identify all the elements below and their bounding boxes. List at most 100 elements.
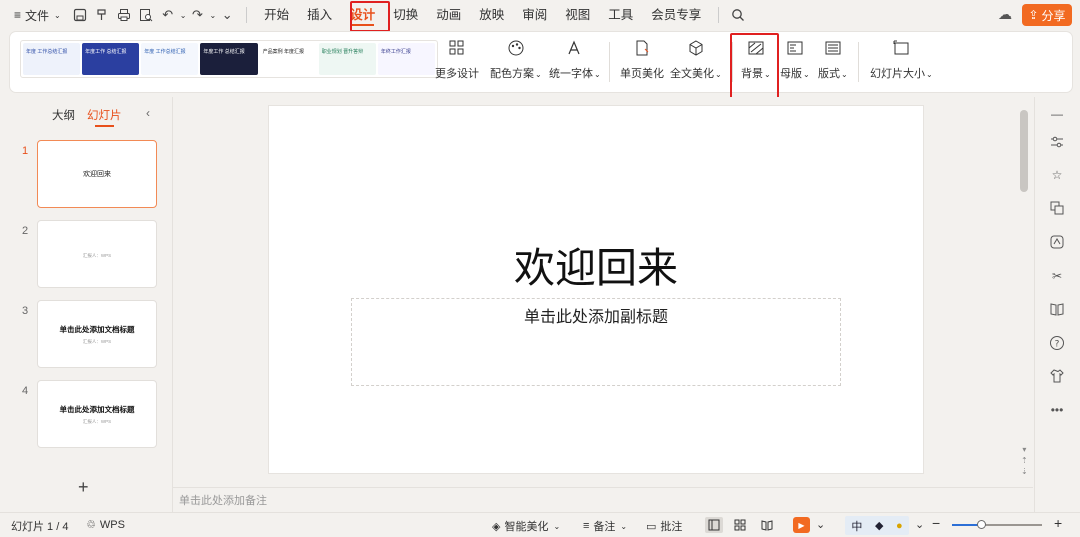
minimize-panel-icon[interactable]: — [1048,105,1066,123]
thumbnail-title: 单击此处添加文档标题 [59,324,135,334]
tab-start[interactable]: 开始 [255,0,298,30]
reading-view-icon[interactable] [758,517,776,533]
comments-button[interactable]: ▭ 批注 [646,518,682,534]
more-design-button[interactable]: 更多设计 [435,38,479,81]
slide-thumbnail-3[interactable]: 单击此处添加文档标题 汇报人：WPS [37,300,157,368]
zoom-in-icon[interactable]: + [1054,515,1062,531]
normal-view-icon[interactable] [705,517,723,533]
tools-icon[interactable]: ✂ [1048,267,1066,285]
notes-icon: ≡ [583,520,590,532]
star-icon[interactable]: ☆ [1048,166,1066,184]
print-preview-icon[interactable] [135,4,157,26]
master-button[interactable]: 母版⌄ [780,38,810,81]
chevron-down-icon: ⌄ [594,70,601,79]
share-button[interactable]: ⇪ 分享 [1022,4,1072,26]
chevron-down-icon: ⌄ [715,70,722,79]
ime-language: 中 [851,520,863,533]
subtitle-placeholder-box[interactable]: 单击此处添加副标题 [351,298,841,386]
slide-title[interactable]: 欢迎回来 [269,234,923,294]
slide-thumbnail-1[interactable]: 欢迎回来 [37,140,157,208]
play-slideshow-button[interactable]: ▶ [793,517,810,533]
tab-tools[interactable]: 工具 [599,0,642,30]
design-template-thumbnail[interactable]: 年度 工作总结汇报 [141,43,199,75]
file-menu[interactable]: ≡ 文件 ⌄ [0,7,69,24]
tab-insert[interactable]: 插入 [298,0,341,30]
more-options-icon[interactable]: ••• [1048,401,1066,419]
more-quick-access-icon[interactable]: ⌄ [216,4,238,26]
vertical-scrollbar[interactable] [1020,110,1028,192]
ime-more-icon[interactable]: ⌄ [915,518,924,531]
theme-indicator[interactable]: ♲ WPS [86,518,125,532]
help-icon[interactable]: ? [1048,334,1066,352]
shirt-skin-icon[interactable] [1048,367,1066,385]
hamburger-icon: ≡ [14,8,22,22]
full-beautify-button[interactable]: 全文美化⌄ [670,38,722,81]
smart-beautify-button[interactable]: ◈ 智能美化 ⌄ [492,518,560,534]
save-icon[interactable] [69,4,91,26]
zoom-out-icon[interactable]: − [932,515,940,531]
search-icon[interactable] [727,4,749,26]
template-title: 产品案例 年度汇报 [262,49,304,55]
color-scheme-button[interactable]: 配色方案⌄ [490,38,542,81]
file-menu-label: 文件 [25,8,50,23]
redo-icon[interactable]: ↷ [186,4,208,26]
theme-name: WPS [99,518,125,531]
design-template-thumbnail[interactable]: 年度工作 总结汇报 [200,43,258,75]
design-ribbon: 年度 工作总结汇报 年度工作 总结汇报 年度 工作总结汇报 年度工作 总结汇报 产品案例… [10,32,1072,92]
page-beautify-button[interactable]: 单页美化 [620,38,664,81]
design-template-thumbnail[interactable]: 产品案例 年度汇报 [259,43,317,75]
tab-view[interactable]: 视图 [556,0,599,30]
template-title: 职业规划 晋升答辩 [321,49,364,55]
slide-thumbnail-2[interactable]: 汇报人：WPS [37,220,157,288]
zoom-slider-handle[interactable] [977,520,986,529]
tab-design[interactable]: 设计 [341,0,384,30]
slide-thumbnail-4[interactable]: 单击此处添加文档标题 汇报人：WPS [37,380,157,448]
adjust-icon[interactable] [1048,133,1066,151]
slide-number: 2 [22,225,29,237]
design-template-thumbnail[interactable]: 年度 工作总结汇报 [23,43,81,75]
cloud-sync-icon[interactable]: ☁ [996,6,1014,24]
ime-bulb-icon: ● [896,519,903,532]
grid-view-icon[interactable] [731,517,749,533]
thumbnail-title: 单击此处添加文档标题 [59,404,135,414]
tab-slides[interactable]: 幻灯片 [87,107,122,127]
notes-label: 备注 [593,521,616,533]
slide-size-button[interactable]: 幻灯片大小⌄ [870,38,933,81]
undo-icon[interactable]: ↶ [157,4,179,26]
tab-outline[interactable]: 大纲 [52,107,75,123]
panel-tabs: 大纲 幻灯片 [52,107,122,127]
slide-canvas[interactable]: 欢迎回来 单击此处添加副标题 [269,106,923,473]
scroll-arrows[interactable]: ▾ ⇡ ⇣ [1021,444,1028,477]
design-template-thumbnail[interactable]: 年度工作 总结汇报 [82,43,140,75]
slide-number: 3 [22,305,29,317]
tab-animation[interactable]: 动画 [427,0,470,30]
print-icon[interactable] [113,4,135,26]
design-template-thumbnail[interactable]: 职业规划 晋升答辩 [318,43,376,75]
copy-icon[interactable] [1048,199,1066,217]
thumbnail-subtitle: 汇报人：WPS [82,418,112,424]
redo-dropdown-icon[interactable]: ⌄ [209,11,216,20]
unify-font-button[interactable]: 统一字体⌄ [549,38,601,81]
ribbon-divider [609,42,610,82]
tab-slideshow[interactable]: 放映 [470,0,513,30]
ai-assistant-icon[interactable] [1048,233,1066,251]
input-method-indicator[interactable]: 中 ◆ ● [845,516,909,535]
notes-toggle-button[interactable]: ≡ 备注 ⌄ [583,518,627,534]
play-options-chevron-icon[interactable]: ⌄ [816,518,825,531]
layout-button[interactable]: 版式⌄ [818,38,848,81]
zoom-slider[interactable] [952,524,1042,526]
template-title: 年度工作 总结汇报 [203,49,245,55]
design-template-thumbnail[interactable]: 年终工作汇报 [377,43,435,75]
chevron-down-icon: ⌄ [926,70,933,79]
undo-dropdown-icon[interactable]: ⌄ [180,11,187,20]
chevron-down-icon: ⌄ [535,70,542,79]
format-painter-icon[interactable] [91,4,113,26]
book-icon[interactable] [1048,300,1066,318]
notes-input[interactable]: 单击此处添加备注 [173,487,1033,512]
add-slide-icon[interactable]: + [78,477,89,498]
tab-transition[interactable]: 切换 [384,0,427,30]
background-button[interactable]: 背景⌄ [741,38,771,81]
tab-member[interactable]: 会员专享 [642,0,710,30]
collapse-panel-icon[interactable]: ‹ [146,106,150,120]
tab-review[interactable]: 审阅 [513,0,556,30]
